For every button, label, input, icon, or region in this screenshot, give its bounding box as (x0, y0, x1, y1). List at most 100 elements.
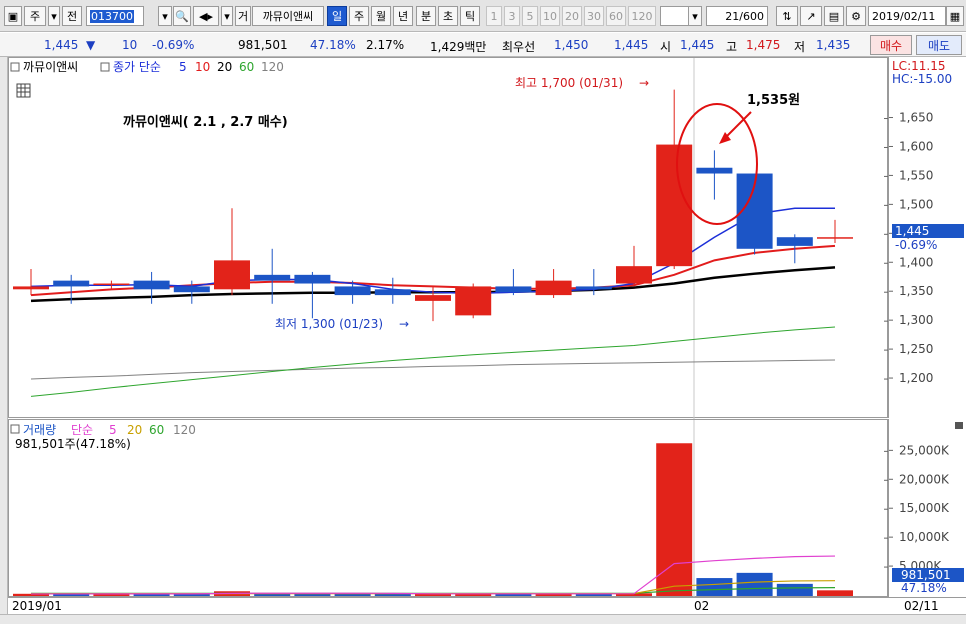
period-second-button[interactable]: 초 (438, 6, 458, 26)
interval-60-button[interactable]: 60 (606, 6, 626, 26)
high-value: 1,475 (746, 38, 781, 52)
interval-5-button[interactable]: 5 (522, 6, 538, 26)
count-input[interactable]: 21/600 (706, 6, 768, 26)
mode-button[interactable]: 거 (235, 6, 251, 26)
last-price-rate: -0.69% (895, 238, 937, 252)
candle-body (254, 274, 291, 281)
candle-body (415, 295, 451, 301)
chart-menu-icon[interactable]: ▣ (4, 6, 22, 26)
ma120-line (30, 359, 836, 380)
price-tick-label: 1,400 (899, 255, 933, 269)
interval-1-button[interactable]: 1 (486, 6, 502, 26)
high-note-arrow-icon: → (639, 76, 649, 90)
period-label: 일 (331, 10, 343, 23)
stock-name: 까뮤이앤씨 (252, 6, 324, 26)
price-tick-label: 1,600 (899, 139, 933, 153)
candle-body (133, 280, 170, 290)
date-input[interactable]: 2019/02/11 (868, 6, 946, 26)
volume-bars (13, 443, 853, 596)
sound-dropdown-icon[interactable]: ▾ (221, 6, 233, 26)
candle-body (455, 286, 492, 316)
save-icon[interactable]: ▤ (824, 6, 844, 26)
interval-10-button[interactable]: 10 (540, 6, 560, 26)
sell-label: 매도 (927, 38, 951, 53)
period-day-button[interactable]: 일 (327, 6, 347, 26)
quote-bar: 1,445 ▼ 10 -0.69% 981,501 47.18% 2.17% 1… (0, 33, 966, 57)
interval-label: 3 (508, 9, 516, 23)
calendar-icon[interactable]: ▦ (946, 6, 964, 26)
period-week-button[interactable]: 주 (349, 6, 369, 26)
settings-gear-icon[interactable]: ⚙ (846, 6, 866, 26)
scroll-bar[interactable] (0, 614, 966, 624)
custom-interval-dropdown-icon[interactable]: ▾ (688, 6, 702, 26)
buy-button[interactable]: 매수 (870, 35, 912, 55)
count-value: 21 (725, 9, 740, 23)
open-value: 1,445 (680, 38, 715, 52)
candle-body (696, 167, 733, 174)
period-label: 월 (375, 10, 387, 23)
period-tick-button[interactable]: 틱 (460, 6, 480, 26)
candle-body (214, 260, 250, 290)
market-select[interactable]: 주 (24, 6, 46, 26)
prev-button[interactable]: 전 (62, 6, 82, 26)
volume-tick-label: 15,000K (899, 501, 950, 515)
candle-body (334, 286, 371, 296)
low-note: 최저 1,300 (01/23) (275, 317, 383, 331)
volume-legend-box-icon (10, 424, 20, 434)
sound-icon[interactable]: ◀▸ (193, 6, 219, 26)
x-axis: 2019/01 02 02/11 (8, 597, 966, 614)
ma5-legend: 5 (179, 60, 187, 74)
candle-body (53, 280, 90, 287)
draw-tool-icon[interactable]: ↗ (800, 6, 822, 26)
candle-body (495, 286, 532, 293)
search-icon[interactable]: 🔍 (173, 6, 191, 26)
price-tick-label: 1,300 (899, 313, 933, 327)
price-axis: LC:11.15 HC:-15.00 1,200 1,250 1,300 1,350 1… (888, 57, 966, 418)
sell-button[interactable]: 매도 (916, 35, 962, 55)
change-value: 10 (122, 38, 138, 52)
period-minute-button[interactable]: 분 (416, 6, 436, 26)
price-panel-title: 까뮤이앤씨 (23, 60, 78, 74)
turnover-rate: 2.17% (366, 38, 405, 52)
code-value: 013700 (90, 9, 134, 23)
volume-bar (736, 572, 773, 596)
ma60-legend: 60 (239, 60, 254, 74)
volume-axis: 5,000K 10,000K 15,000K 20,000K 25,000K 981,5… (888, 419, 966, 597)
last-volume-tag-value: 981,501 (901, 568, 951, 582)
volume-bar (374, 593, 411, 596)
interval-30-button[interactable]: 30 (584, 6, 604, 26)
period-month-button[interactable]: 월 (371, 6, 391, 26)
period-label: 분 (420, 10, 432, 23)
code-dropdown-icon[interactable]: ▾ (158, 6, 172, 26)
volume-panel-title: 거래량 (23, 423, 56, 437)
volume-tick-label: 25,000K (899, 443, 950, 457)
code-input[interactable]: 013700 (86, 6, 144, 26)
market-dropdown-icon[interactable]: ▾ (48, 6, 60, 26)
price-tick-label: 1,650 (899, 111, 933, 125)
change-rate: -0.69% (152, 38, 195, 52)
vma20-legend: 20 (127, 423, 142, 437)
pattern-icon[interactable]: ⇅ (776, 6, 798, 26)
price-pane[interactable]: 까뮤이앤씨 종가 단순 5 10 20 60 120 까뮤이앤씨( 2.1 , … (8, 57, 889, 419)
volume-chart-svg: 거래량 단순 5 20 60 120 981,501주(47.18%) (10, 420, 889, 598)
last-volume-rate: 47.18% (901, 581, 947, 595)
interval-3-button[interactable]: 3 (504, 6, 520, 26)
candle-body (575, 286, 612, 290)
candle-body (294, 274, 331, 284)
candle-body (374, 289, 411, 296)
period-year-button[interactable]: 년 (393, 6, 413, 26)
vma60-legend: 60 (149, 423, 164, 437)
interval-20-button[interactable]: 20 (562, 6, 582, 26)
best-bid-value: 1,450 (554, 38, 589, 52)
period-label: 틱 (464, 10, 476, 23)
volume-pane[interactable]: 거래량 단순 5 20 60 120 981,501주(47.18%) (8, 419, 889, 598)
interval-label: 5 (526, 9, 534, 23)
ma10-legend: 10 (195, 60, 210, 74)
interval-120-button[interactable]: 120 (628, 6, 656, 26)
volume-value: 981,501 (238, 38, 288, 52)
hc-label: HC:-15.00 (892, 72, 952, 86)
candle-body (535, 280, 572, 296)
buy-label: 매수 (879, 38, 903, 53)
candle-body (817, 237, 853, 239)
volume-ratio: 47.18% (310, 38, 356, 52)
